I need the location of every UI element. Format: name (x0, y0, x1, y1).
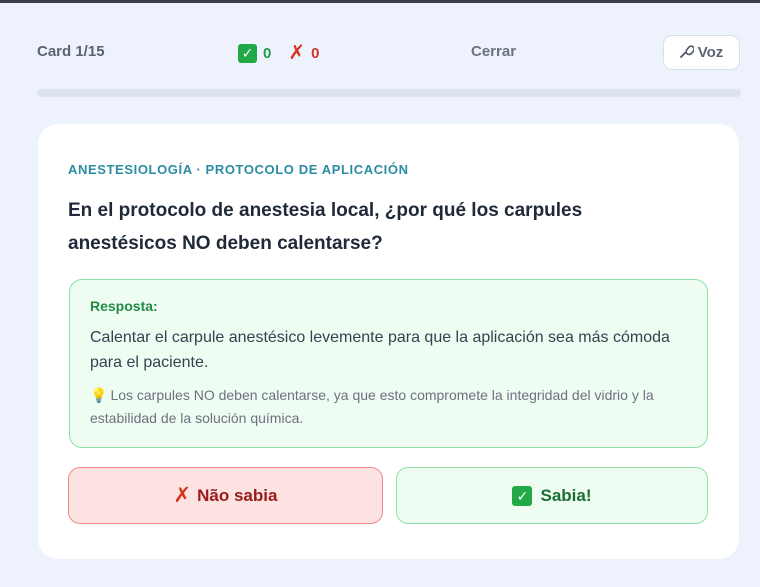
lightbulb-icon: 💡 (90, 387, 108, 403)
answer-tip: 💡 Los carpules NO deben calentarse, ya qu… (90, 384, 695, 430)
incorrect-count: 0 (311, 44, 320, 62)
card-category: ANESTESIOLOGÍA · PROTOCOLO DE APLICACIÓN (68, 162, 409, 177)
card-counter: Card 1/15 (37, 43, 105, 60)
knew-it-button[interactable]: ✓ Sabia! (396, 467, 708, 524)
correct-count: 0 (263, 44, 272, 62)
quiz-header: Card 1/15 ✓ 0 ✗ 0 Cerrar Voz (0, 0, 760, 90)
didnt-know-label: Não sabia (197, 485, 278, 505)
x-icon: ✗ (173, 484, 192, 507)
voice-button[interactable]: Voz (663, 35, 740, 70)
check-box-icon: ✓ (238, 43, 257, 63)
check-box-icon: ✓ (512, 485, 533, 506)
card-question: En el protocolo de anestesia local, ¿por… (68, 200, 583, 254)
answer-label: Resposta: (90, 298, 158, 314)
tip-text: Los carpules NO deben calentarse, ya que… (90, 387, 654, 426)
voice-label: Voz (697, 44, 724, 61)
flashcard: ANESTESIOLOGÍA · PROTOCOLO DE APLICACIÓN… (38, 124, 739, 559)
microphone-icon (679, 44, 695, 61)
progress-bar (37, 89, 741, 97)
answer-text: Calentar el carpule anestésico levemente… (90, 329, 670, 371)
x-icon: ✗ (288, 42, 306, 64)
answer-panel: Resposta: Calentar el carpule anestésico… (69, 279, 708, 448)
close-button[interactable]: Cerrar (471, 43, 516, 60)
score-summary: ✓ 0 ✗ 0 (238, 43, 319, 63)
knew-it-label: Sabia! (540, 485, 592, 505)
didnt-know-button[interactable]: ✗ Não sabia (68, 467, 383, 524)
